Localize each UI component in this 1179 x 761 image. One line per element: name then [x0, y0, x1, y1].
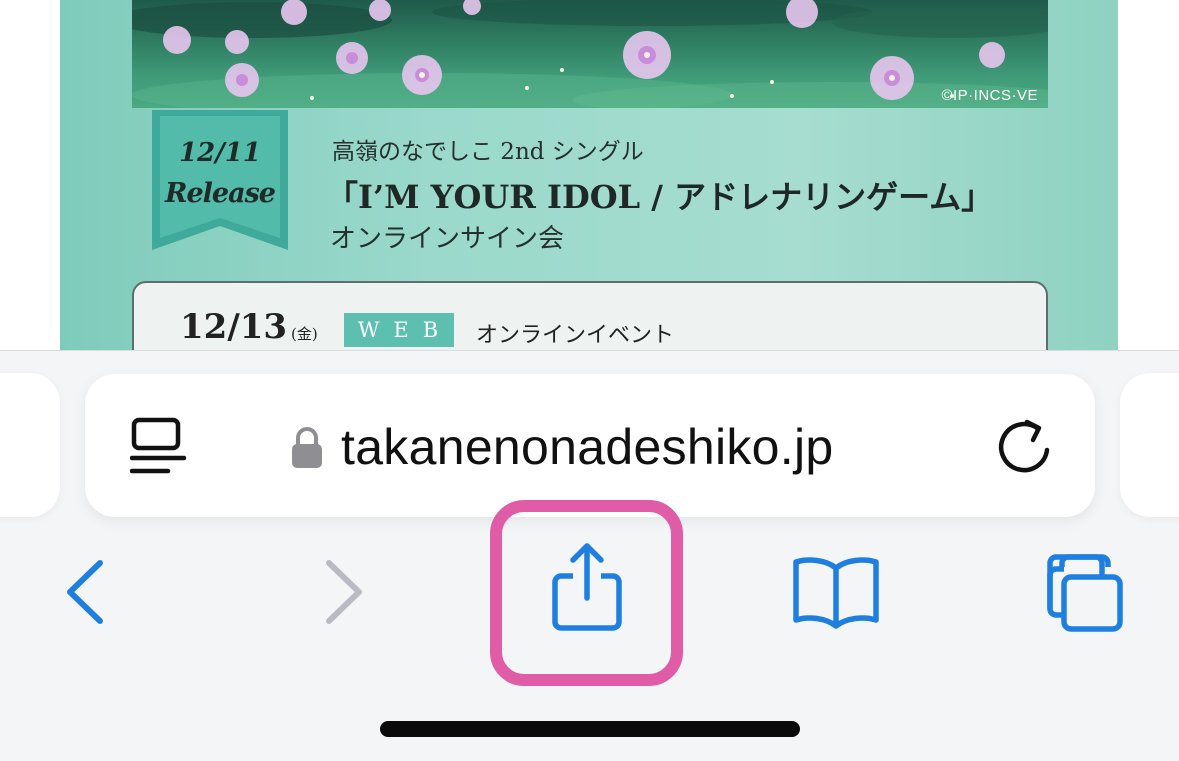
home-indicator[interactable]	[380, 721, 800, 737]
flower-field-illustration	[132, 0, 1048, 108]
event-title: 「I’M YOUR IDOL / アドレナリンゲーム」	[326, 178, 994, 216]
schedule-box: 12/13 (金) WEB オンラインイベント	[132, 281, 1048, 350]
web-content[interactable]: ©IP·INCS·VE 12/11 Release 高嶺のなでしこ 2nd シン…	[0, 0, 1179, 350]
copyright-text: ©IP·INCS·VE	[941, 87, 1038, 104]
reload-icon[interactable]	[993, 416, 1055, 478]
tabs-icon[interactable]	[1040, 553, 1128, 633]
share-icon[interactable]	[549, 540, 625, 634]
release-label: Release	[165, 178, 276, 209]
schedule-event-type: オンラインイベント	[476, 323, 675, 348]
key-visual-image: ©IP·INCS·VE	[132, 0, 1048, 108]
forward-chevron-icon	[315, 557, 371, 627]
release-date: 12/11	[179, 138, 261, 168]
reader-icon[interactable]	[129, 416, 190, 476]
bookmarks-book-icon[interactable]	[790, 554, 882, 630]
address-bar[interactable]: takanenonadeshiko.jp	[85, 374, 1095, 517]
event-subtitle: 高嶺のなでしこ 2nd シングル	[332, 139, 644, 165]
previous-tab-preview[interactable]	[0, 373, 60, 517]
url-text[interactable]: takanenonadeshiko.jp	[341, 418, 834, 476]
lock-icon	[290, 426, 324, 470]
next-tab-preview[interactable]	[1120, 373, 1179, 517]
schedule-weekday: (金)	[291, 325, 318, 343]
event-kind: オンラインサイン会	[330, 224, 565, 254]
web-badge: WEB	[344, 313, 454, 347]
schedule-date: 12/13	[180, 307, 288, 347]
event-card: ©IP·INCS·VE 12/11 Release 高嶺のなでしこ 2nd シン…	[60, 0, 1118, 350]
back-chevron-icon[interactable]	[58, 557, 114, 627]
release-date-tag: 12/11 Release	[152, 110, 288, 250]
